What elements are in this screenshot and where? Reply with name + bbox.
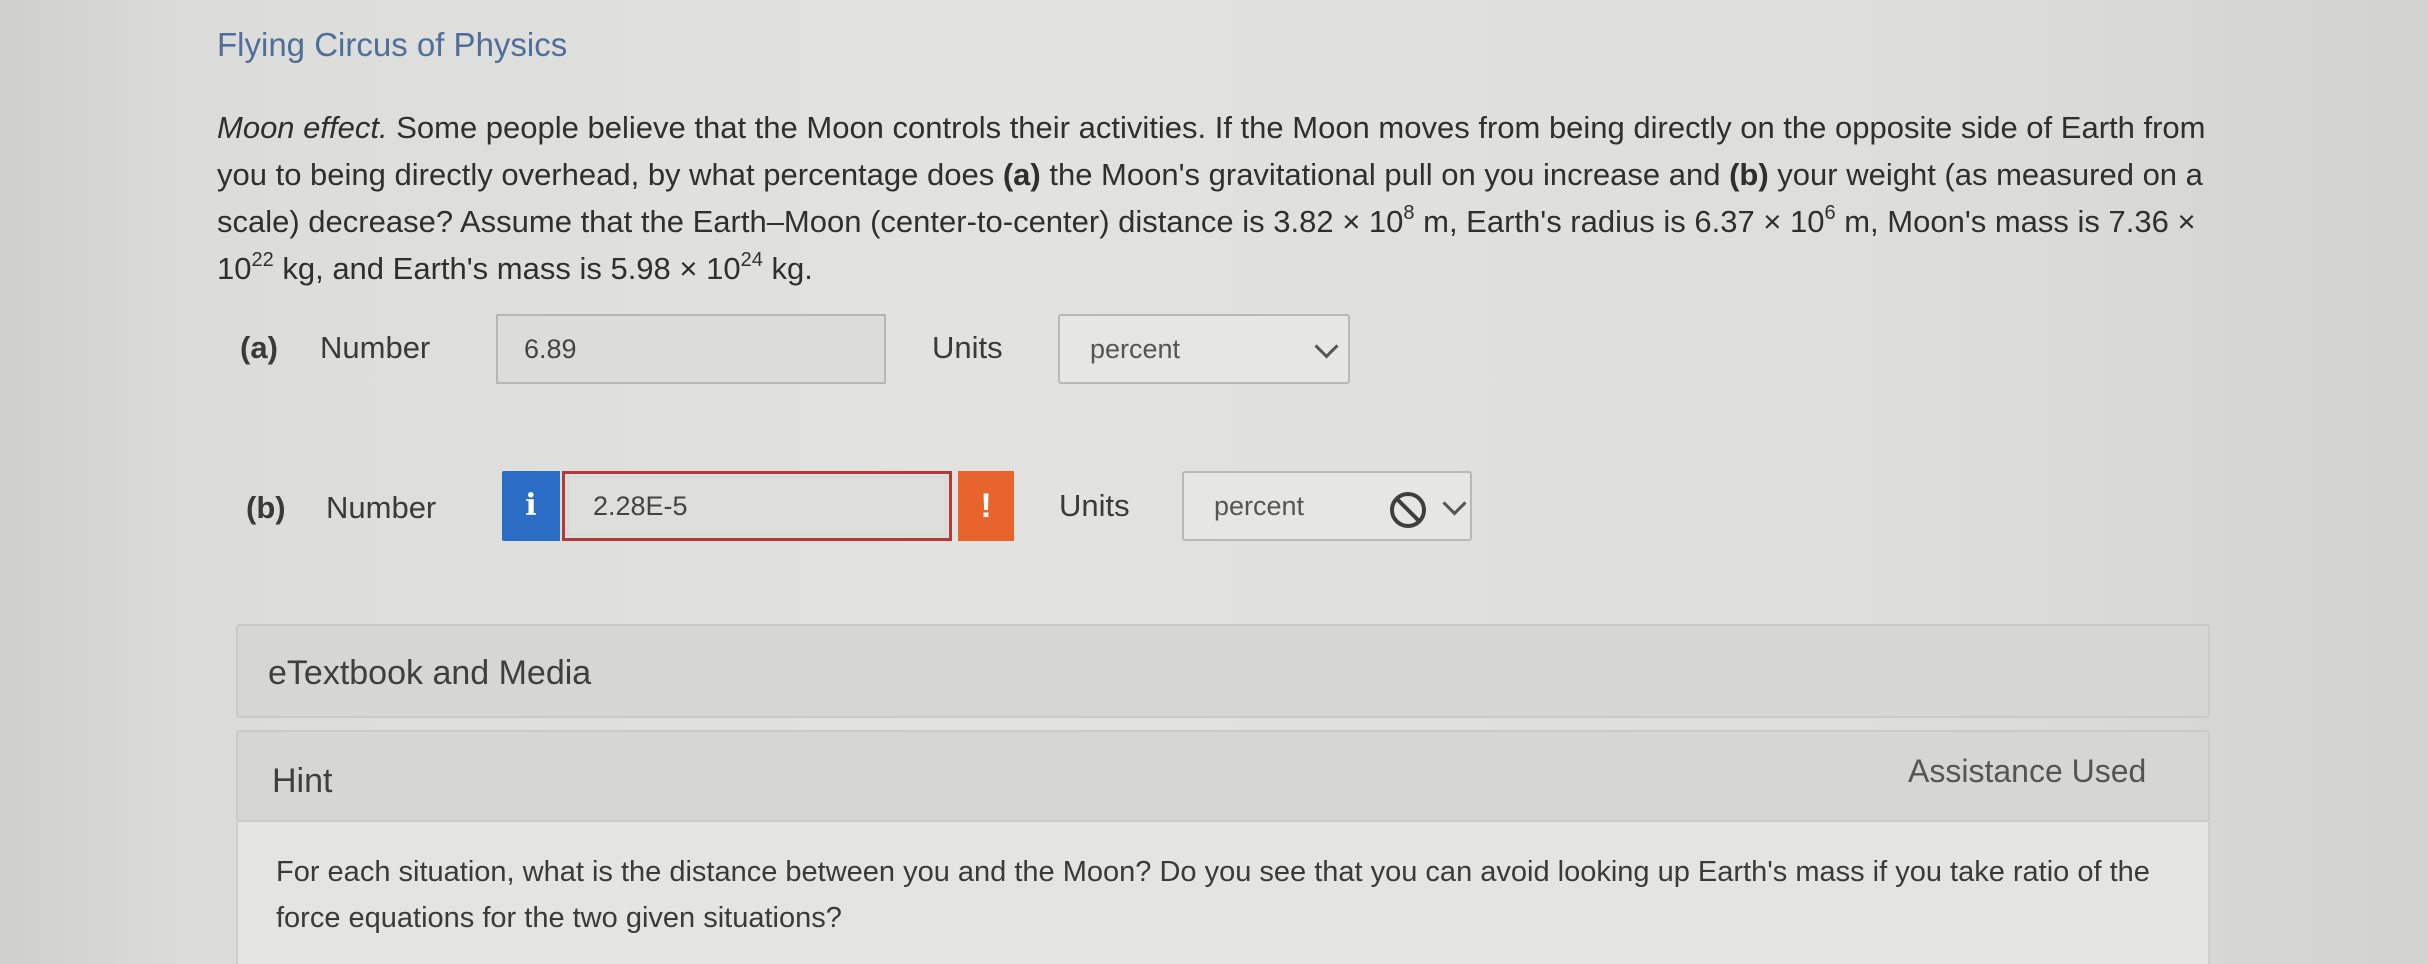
part-b-units-label: Units	[1059, 488, 1130, 523]
etextbook-title[interactable]: eTextbook and Media	[268, 654, 591, 693]
course-title: Flying Circus of Physics	[217, 26, 568, 63]
assistance-used-label: Assistance Used	[1908, 753, 2147, 789]
info-icon[interactable]: i	[502, 471, 560, 541]
not-allowed-icon	[1390, 492, 1426, 528]
part-a-number-input[interactable]: 6.89	[496, 314, 886, 384]
part-b-units-value: percent	[1214, 491, 1305, 521]
part-b-answer-row: (b) Number i 2.28E-5 ! Units percent	[0, 470, 2428, 542]
part-a-number-label: Number	[320, 330, 431, 365]
exponent: 6	[1824, 201, 1836, 224]
part-a-units-select[interactable]: percent	[1058, 314, 1350, 384]
problem-text: kg.	[762, 251, 813, 286]
part-b-number-input[interactable]: 2.28E-5	[562, 471, 952, 541]
exponent: 24	[740, 248, 763, 271]
part-b-tag: (b)	[246, 490, 286, 525]
problem-text: kg, and Earth's mass is 5.98 × 10	[273, 251, 741, 286]
problem-text: the Moon's gravitational pull on you inc…	[1040, 157, 1730, 192]
problem-part-a-tag: (a)	[1002, 157, 1041, 192]
problem-statement: Moon effect. Some people believe that th…	[217, 104, 2237, 292]
hint-text: For each situation, what is the distance…	[276, 856, 2150, 934]
chevron-down-icon	[1314, 334, 1339, 359]
part-b-units-select[interactable]: percent	[1182, 471, 1472, 541]
part-a-tag: (a)	[240, 330, 278, 365]
problem-part-b-tag: (b)	[1729, 157, 1769, 192]
exponent: 22	[251, 248, 274, 271]
problem-text: m, Earth's radius is 6.37 × 10	[1414, 204, 1825, 239]
problem-lead: Moon effect.	[217, 110, 388, 145]
part-b-number-label: Number	[326, 490, 437, 525]
question-page: Flying Circus of Physics Moon effect. So…	[0, 0, 2428, 964]
chevron-down-icon	[1442, 491, 1467, 516]
part-a-answer-row: (a) Number 6.89 Units percent	[0, 312, 2428, 384]
exponent: 8	[1403, 201, 1415, 224]
part-a-units-value: percent	[1090, 334, 1181, 364]
warning-icon[interactable]: !	[958, 471, 1014, 541]
part-a-units-label: Units	[932, 330, 1003, 365]
hint-title: Hint	[272, 762, 333, 800]
